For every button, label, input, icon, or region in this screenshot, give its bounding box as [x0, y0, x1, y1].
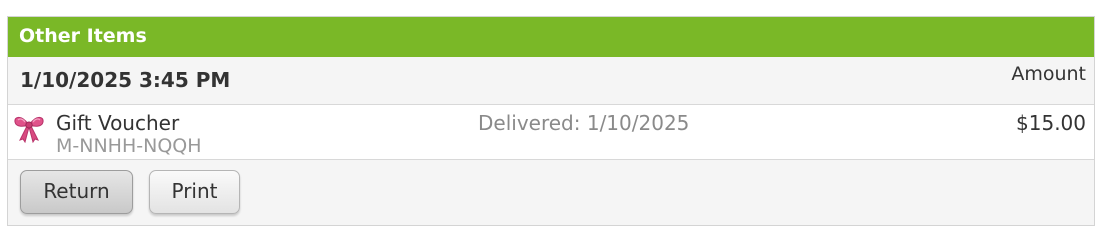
order-datetime: 1/10/2025 3:45 PM	[20, 68, 231, 92]
list-item: Gift Voucher M-NNHH-NQQH Delivered: 1/10…	[8, 105, 1094, 160]
item-name: Gift Voucher	[56, 111, 180, 135]
other-items-panel: Other Items 1/10/2025 3:45 PM Amount Gif…	[7, 16, 1095, 226]
return-button[interactable]: Return	[20, 170, 133, 214]
item-amount: $15.00	[1016, 111, 1086, 135]
actions-bar: Return Print	[8, 160, 1094, 225]
delivery-status: Delivered: 1/10/2025	[478, 111, 690, 135]
amount-column-header: Amount	[1011, 63, 1086, 85]
order-summary-row: 1/10/2025 3:45 PM Amount	[8, 57, 1094, 105]
item-code: M-NNHH-NQQH	[56, 135, 202, 157]
gift-bow-icon	[13, 113, 45, 144]
panel-title: Other Items	[8, 17, 1094, 57]
print-button[interactable]: Print	[149, 170, 240, 214]
